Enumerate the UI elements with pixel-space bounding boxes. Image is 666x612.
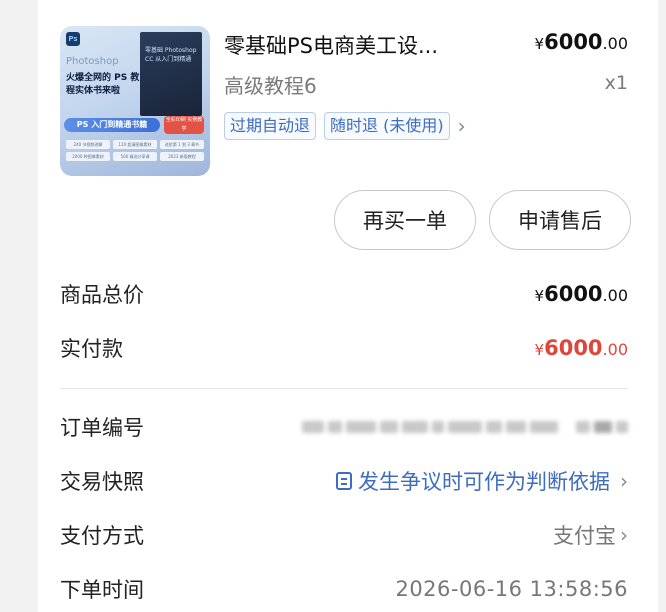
thumbnail-feature: 500 精选分享课 — [113, 152, 157, 161]
paid-amount-symbol: ¥ — [534, 341, 545, 359]
product-thumbnail[interactable]: Ps Photoshop 火爆全网的 PS 教程实体书来啦 零基础 Photos… — [60, 26, 210, 176]
rebuy-button[interactable]: 再买一单 — [334, 190, 476, 250]
paid-amount-value: ¥6000.00 — [535, 336, 628, 360]
chevron-right-icon[interactable]: › — [458, 113, 466, 139]
order-number-row: 订单编号 — [60, 412, 628, 442]
product-price-symbol: ¥ — [534, 35, 545, 53]
section-divider — [60, 388, 628, 389]
product-title[interactable]: 零基础PS电商美工设... — [224, 30, 438, 60]
chevron-right-icon: › — [620, 523, 628, 547]
thumbnail-headline: 火爆全网的 PS 教程实体书来啦 — [66, 73, 140, 96]
product-price-dec: .00 — [602, 34, 628, 53]
payment-label: 支付方式 — [60, 524, 144, 548]
paid-amount-dec: .00 — [602, 340, 628, 359]
thumbnail-feature: 110 超清图像素材 — [113, 140, 157, 149]
order-time-row: 下单时间 2026-06-16 13:58:56 — [60, 574, 628, 604]
order-number-label: 订单编号 — [60, 416, 144, 440]
tag-auto-refund[interactable]: 过期自动退 — [224, 112, 317, 140]
total-price-value: ¥6000.00 — [535, 282, 628, 306]
paid-amount-label: 实付款 — [60, 337, 123, 361]
thumbnail-feature: 进阶第 1 到 3 章节 — [160, 140, 204, 149]
chevron-right-icon: › — [620, 469, 628, 493]
snapshot-link[interactable]: 发生争议时可作为判断依据 › — [336, 466, 628, 496]
service-tags[interactable]: 过期自动退 随时退 (未使用) › — [224, 112, 466, 140]
thumbnail-feature: 2023 新版教程 — [160, 152, 204, 161]
document-icon — [336, 472, 352, 490]
total-price-int: 6000 — [544, 282, 603, 306]
total-price-label: 商品总价 — [60, 283, 144, 307]
tag-refund-anytime[interactable]: 随时退 (未使用) — [324, 112, 450, 140]
total-price-row: 商品总价 ¥6000.00 — [60, 279, 628, 309]
paid-amount-row: 实付款 ¥6000.00 — [60, 333, 628, 363]
total-price-symbol: ¥ — [534, 287, 545, 305]
snapshot-value: 发生争议时可作为判断依据 — [358, 470, 610, 494]
thumbnail-feature: 240 节视频讲解 — [66, 140, 110, 149]
snapshot-row[interactable]: 交易快照 发生争议时可作为判断依据 › — [60, 466, 628, 496]
snapshot-label: 交易快照 — [60, 470, 144, 494]
product-price: ¥6000.00 — [535, 30, 628, 54]
thumbnail-feature: 2000 种图像素材 — [66, 152, 110, 161]
order-time-value: 2026-06-16 13:58:56 — [395, 577, 628, 601]
paid-amount-int: 6000 — [544, 336, 603, 360]
thumbnail-banner: PS 入门到精通书籍 — [64, 118, 160, 132]
order-number-redacted — [302, 421, 628, 433]
after-sale-button[interactable]: 申请售后 — [489, 190, 631, 250]
payment-value: 支付宝 — [553, 524, 616, 548]
product-spec: 高级教程6 — [224, 74, 317, 98]
thumbnail-brand: Photoshop — [66, 56, 119, 67]
product-price-int: 6000 — [544, 30, 603, 54]
payment-row[interactable]: 支付方式 支付宝 › — [60, 520, 628, 550]
photoshop-logo-icon: Ps — [66, 32, 80, 46]
payment-method[interactable]: 支付宝 › — [553, 520, 628, 550]
order-detail-card: Ps Photoshop 火爆全网的 PS 教程实体书来啦 零基础 Photos… — [38, 0, 658, 612]
order-time-label: 下单时间 — [60, 578, 144, 602]
product-quantity: x1 — [604, 72, 628, 94]
book-cover: 零基础 Photoshop CC 从入门到精通 — [140, 32, 202, 116]
total-price-dec: .00 — [602, 286, 628, 305]
book-cover-text: 零基础 Photoshop CC 从入门到精通 — [145, 47, 197, 63]
thumbnail-feature-grid: 240 节视频讲解 110 超清图像素材 进阶第 1 到 3 章节 2000 种… — [66, 140, 204, 161]
thumbnail-chip: 全彩印刷 实例教学 — [164, 116, 204, 134]
